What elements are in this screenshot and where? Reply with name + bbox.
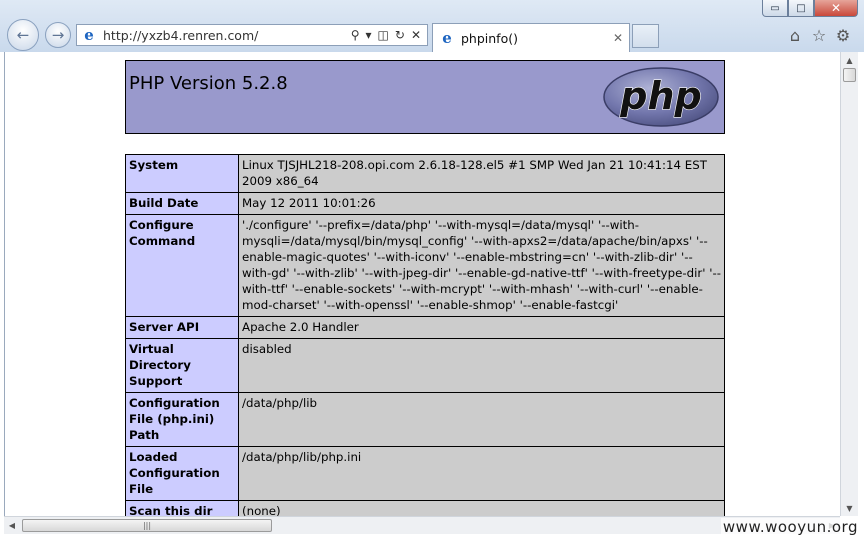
address-url[interactable]: http://yxzb4.renren.com/: [103, 28, 351, 43]
row-value: /data/php/lib/php.ini: [238, 446, 725, 501]
forward-button[interactable]: →: [45, 22, 71, 48]
php-header: PHP Version 5.2.8 php: [125, 60, 725, 134]
tab-title: phpinfo(): [461, 30, 518, 46]
row-label: Virtual Directory Support: [125, 338, 239, 393]
favorites-star-icon[interactable]: ☆: [810, 26, 828, 45]
table-row: Configure Command './configure' '--prefix…: [125, 214, 725, 317]
vertical-scrollbar[interactable]: ▲ ▼: [840, 52, 858, 516]
row-value: Linux TJSJHL218-208.opi.com 2.6.18-128.e…: [238, 154, 725, 193]
row-label: System: [125, 154, 239, 193]
scroll-left-icon[interactable]: ◀: [4, 517, 20, 534]
home-icon[interactable]: ⌂: [786, 26, 804, 45]
row-label: Loaded Configuration File: [125, 446, 239, 501]
compatibility-view-icon[interactable]: ◫: [378, 28, 389, 42]
table-row: Build Date May 12 2011 10:01:26: [125, 192, 725, 215]
gear-icon[interactable]: ⚙: [834, 26, 852, 45]
stop-icon[interactable]: ✕: [411, 28, 421, 42]
window-controls: ▭ □ ✕: [762, 0, 858, 17]
table-row: Server API Apache 2.0 Handler: [125, 316, 725, 339]
address-bar[interactable]: e http://yxzb4.renren.com/ ⚲ ▾ ◫ ↻ ✕: [76, 24, 428, 46]
back-button[interactable]: ←: [7, 19, 39, 51]
dropdown-icon[interactable]: ▾: [366, 28, 372, 42]
table-row: Scan this dir for additional .ini files(…: [125, 500, 725, 516]
tab-phpinfo[interactable]: e phpinfo() ✕: [432, 23, 630, 52]
row-value: (none): [238, 500, 725, 516]
table-row: System Linux TJSJHL218-208.opi.com 2.6.18…: [125, 154, 725, 193]
refresh-icon[interactable]: ↻: [395, 28, 405, 42]
row-value: /data/php/lib: [238, 392, 725, 447]
search-icon[interactable]: ⚲: [351, 28, 360, 42]
php-logo-text: php: [619, 74, 701, 118]
toolbar-icons: ⌂ ☆ ⚙: [786, 26, 852, 45]
browser-chrome: ▭ □ ✕ ← → e http://yxzb4.renren.com/ ⚲ ▾…: [0, 0, 864, 52]
watermark: www.wooyun.org: [720, 518, 860, 536]
row-value: Apache 2.0 Handler: [238, 316, 725, 339]
row-value: disabled: [238, 338, 725, 393]
row-label: Configuration File (php.ini) Path: [125, 392, 239, 447]
row-label: Scan this dir for additional .ini files: [125, 500, 239, 516]
minimize-button[interactable]: ▭: [762, 0, 788, 17]
info-table: System Linux TJSJHL218-208.opi.com 2.6.18…: [125, 154, 725, 516]
row-label: Configure Command: [125, 214, 239, 317]
ie-tab-icon: e: [442, 29, 452, 47]
horizontal-scroll-thumb[interactable]: |||: [22, 519, 272, 532]
table-row: Loaded Configuration File/data/php/lib/p…: [125, 446, 725, 501]
page-title: PHP Version 5.2.8: [129, 73, 288, 94]
tab-close-icon[interactable]: ✕: [613, 31, 623, 45]
row-label: Server API: [125, 316, 239, 339]
close-button[interactable]: ✕: [814, 0, 858, 17]
row-value: './configure' '--prefix=/data/php' '--wi…: [238, 214, 725, 317]
php-logo: php: [603, 67, 719, 127]
maximize-button[interactable]: □: [788, 0, 814, 17]
row-value: May 12 2011 10:01:26: [238, 192, 725, 215]
table-row: Virtual Directory Support disabled: [125, 338, 725, 393]
arrow-left-icon: ←: [16, 26, 30, 44]
page-viewport: PHP Version 5.2.8 php System Linux TJSJHL…: [4, 52, 841, 516]
ie-page-icon: e: [84, 26, 94, 44]
horizontal-scrollbar[interactable]: ◀ ||| ▶: [4, 516, 840, 534]
arrow-right-icon: →: [51, 26, 65, 44]
scroll-up-icon[interactable]: ▲: [841, 52, 858, 68]
vertical-scroll-thumb[interactable]: [843, 68, 856, 82]
new-tab-button[interactable]: [632, 24, 659, 48]
row-label: Build Date: [125, 192, 239, 215]
scroll-down-icon[interactable]: ▼: [841, 500, 858, 516]
table-row: Configuration File (php.ini) Path/data/p…: [125, 392, 725, 447]
